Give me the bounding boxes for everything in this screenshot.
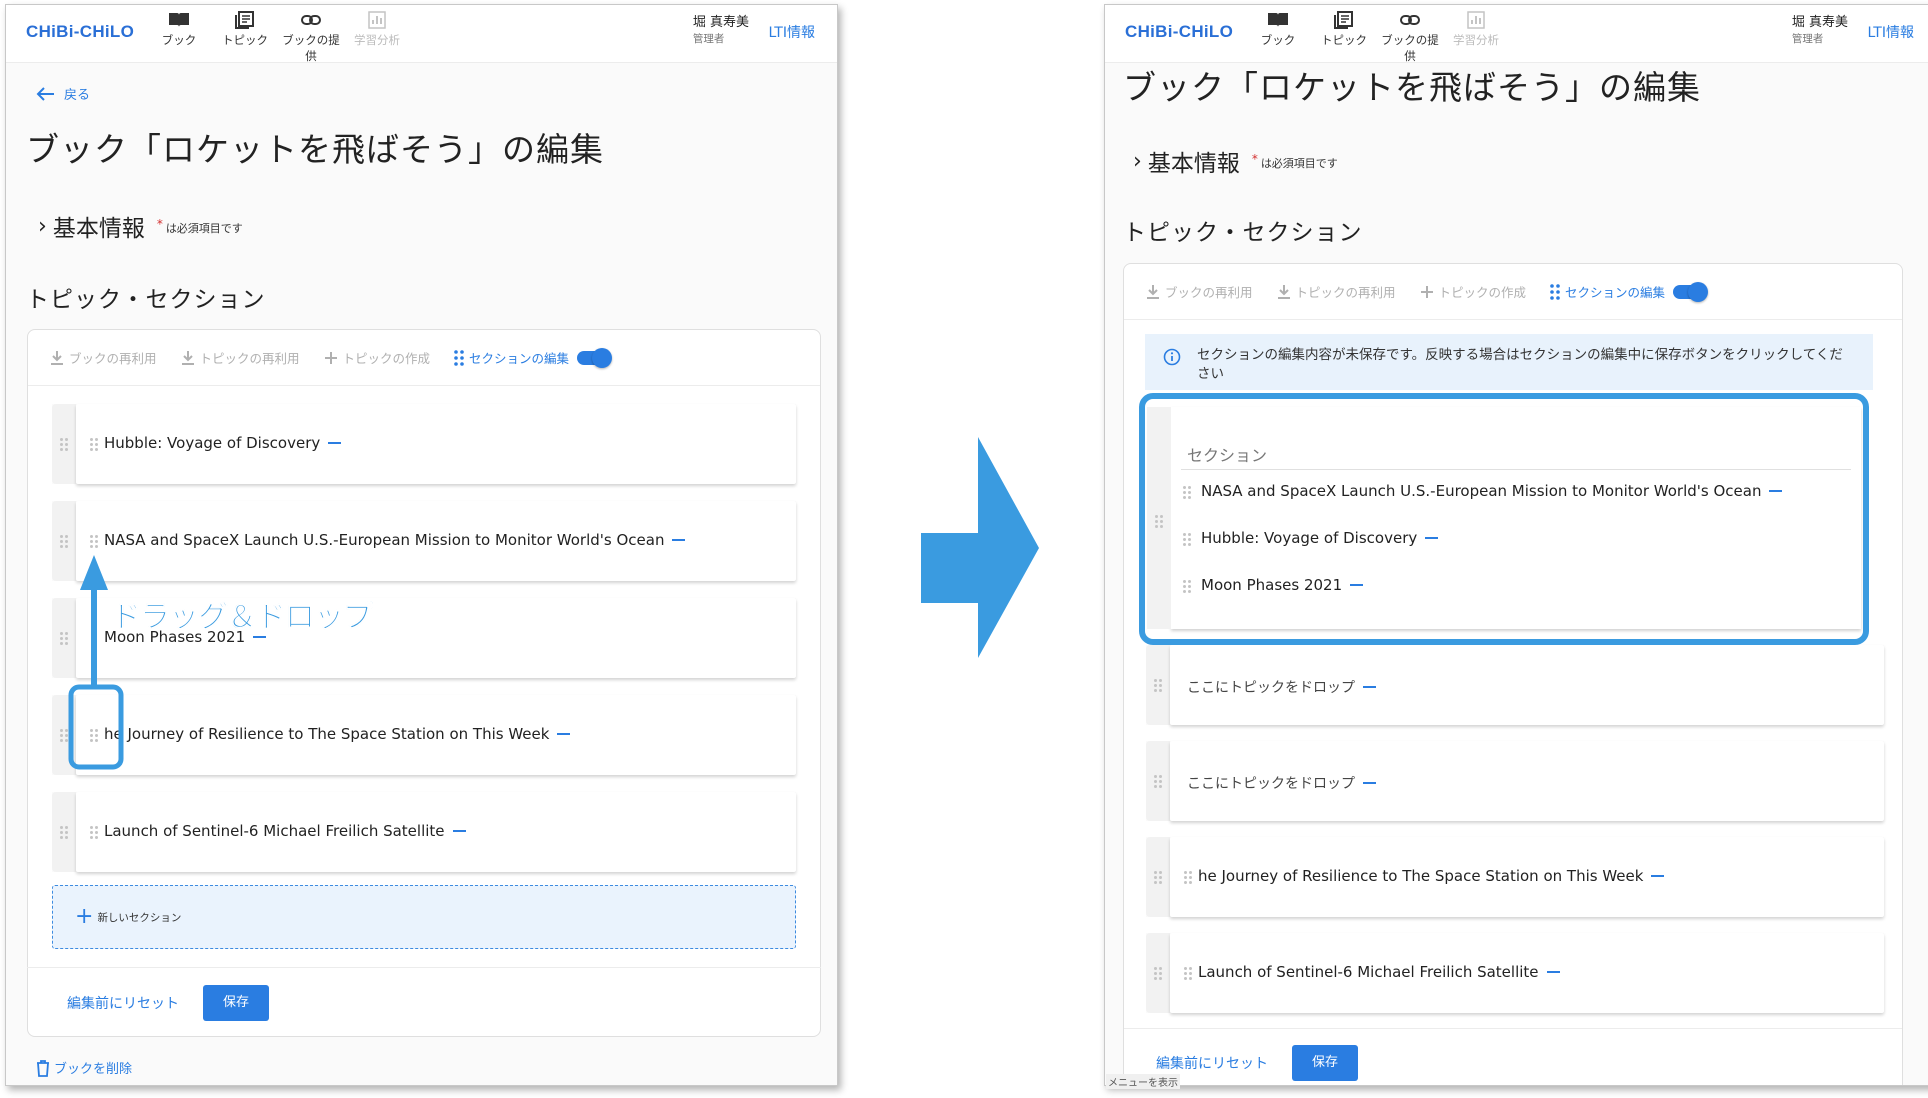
create-topic-label: トピックの作成 <box>1438 285 1527 300</box>
reuse-book-label: ブックの再利用 <box>1165 285 1253 300</box>
topic-title-row: Launch of Sentinel-6 Michael Freilich Sa… <box>1198 963 1560 981</box>
drop-zone-card: ここにトピックをドロップ <box>1170 645 1884 725</box>
topic-row[interactable]: he Journey of Resilience to The Space St… <box>1146 837 1884 917</box>
drop-text-row: ここにトピックをドロップ <box>1187 773 1376 793</box>
plus-icon <box>1420 285 1433 298</box>
drop-placeholder: ここにトピックをドロップ <box>1187 776 1355 792</box>
section-highlight-annotation <box>1139 393 1869 645</box>
reset-link[interactable]: 編集前にリセット <box>1156 1053 1268 1073</box>
grip-icon <box>1154 967 1162 980</box>
download-icon <box>1277 284 1290 299</box>
book-icon <box>1268 13 1288 27</box>
nav-analytics-label: 学習分析 <box>1453 33 1499 47</box>
analytics-icon <box>1467 11 1485 29</box>
edit-sections-label: セクションの編集 <box>1565 285 1666 300</box>
topic-title: Launch of Sentinel-6 Michael Freilich Sa… <box>1198 963 1539 981</box>
nav-provide[interactable]: ブックの提供 <box>1377 11 1443 64</box>
topic-icon <box>1334 11 1353 29</box>
reuse-topic-label: トピックの再利用 <box>1295 285 1396 300</box>
save-button[interactable]: 保存 <box>1292 1045 1358 1081</box>
grip-icon <box>1154 871 1162 884</box>
empty-section-row[interactable]: ここにトピックをドロップ <box>1146 741 1884 821</box>
edit-sections-button[interactable]: セクションの編集 <box>1550 281 1709 302</box>
basic-info-label: 基本情報 <box>1147 151 1240 177</box>
basic-info-expander[interactable]: › 基本情報 * は必須項目です <box>1133 144 1338 178</box>
required-mark: * <box>1251 151 1258 166</box>
collapse-icon[interactable] <box>1363 686 1376 688</box>
grip-icon <box>1184 871 1192 884</box>
info-icon <box>1163 348 1181 366</box>
row-drag-handle[interactable] <box>1146 741 1170 821</box>
nav-topic-label: トピック <box>1321 33 1367 47</box>
required-note-text: は必須項目です <box>1260 156 1338 170</box>
create-topic-button[interactable]: トピックの作成 <box>1420 282 1527 301</box>
drop-placeholder: ここにトピックをドロップ <box>1187 680 1355 696</box>
lti-info-link[interactable]: LTI情報 <box>1867 22 1914 42</box>
drag-drop-annotation: ドラッグ＆ドロップ <box>111 600 374 636</box>
link-icon <box>1400 15 1420 25</box>
grip-icon <box>1154 775 1162 788</box>
app-header: CHiBi-CHiLO ブック トピック ブックの提供 学習分析 堀 真寿美 管… <box>1105 5 1928 63</box>
info-banner-text: セクションの編集内容が未保存です。反映する場合はセクションの編集中に保存ボタンを… <box>1197 347 1843 382</box>
show-menu-label[interactable]: メニューを表示 <box>1106 1074 1180 1089</box>
collapse-icon[interactable] <box>1546 971 1560 973</box>
user-role: 管理者 <box>1791 33 1824 45</box>
required-note: * は必須項目です <box>1252 152 1338 171</box>
row-drag-handle[interactable] <box>1146 933 1170 1013</box>
drop-text-row: ここにトピックをドロップ <box>1187 677 1376 697</box>
chevron-right-icon: › <box>1133 148 1142 174</box>
nav-provide-label: ブックの提供 <box>1381 33 1439 63</box>
editor-footer: 編集前にリセット 保存 <box>1124 1028 1902 1085</box>
unsaved-info-banner: セクションの編集内容が未保存です。反映する場合はセクションの編集中に保存ボタンを… <box>1145 334 1873 390</box>
topic-card: Launch of Sentinel-6 Michael Freilich Sa… <box>1170 933 1884 1013</box>
topic-section-heading: トピック・セクション <box>1123 220 1363 246</box>
reuse-topic-button[interactable]: トピックの再利用 <box>1277 282 1396 301</box>
editor-toolbar: ブックの再利用 トピックの再利用 トピックの作成 セクションの編集 <box>1124 264 1902 320</box>
edit-sections-toggle[interactable] <box>1673 281 1709 302</box>
download-icon <box>1147 284 1159 299</box>
drag-handle-icon <box>1550 283 1560 300</box>
topic-title: he Journey of Resilience to The Space St… <box>1198 867 1644 885</box>
topic-title-row: he Journey of Resilience to The Space St… <box>1198 867 1665 885</box>
drag-source-highlight <box>68 684 124 770</box>
collapse-icon[interactable] <box>1363 782 1376 784</box>
user-info[interactable]: 堀 真寿美 管理者 <box>1792 15 1848 47</box>
collapse-icon[interactable] <box>1651 875 1665 877</box>
drop-zone-card: ここにトピックをドロップ <box>1170 741 1884 821</box>
empty-section-row[interactable]: ここにトピックをドロップ <box>1146 645 1884 725</box>
nav-book-label: ブック <box>1260 33 1296 47</box>
row-drag-handle[interactable] <box>1146 645 1170 725</box>
reuse-book-button[interactable]: ブックの再利用 <box>1146 282 1253 301</box>
main-nav: ブック トピック ブックの提供 学習分析 <box>1245 11 1509 64</box>
row-drag-handle[interactable] <box>1146 837 1170 917</box>
page-title: ブック「ロケットを飛ばそう」の編集 <box>1123 68 1701 107</box>
app-logo[interactable]: CHiBi-CHiLO <box>1125 22 1233 42</box>
user-name: 堀 真寿美 <box>1791 15 1848 30</box>
topic-row[interactable]: Launch of Sentinel-6 Michael Freilich Sa… <box>1146 933 1884 1013</box>
nav-topic[interactable]: トピック <box>1311 11 1377 64</box>
grip-icon <box>1184 967 1192 980</box>
nav-book[interactable]: ブック <box>1245 11 1311 64</box>
nav-analytics[interactable]: 学習分析 <box>1443 11 1509 64</box>
big-right-arrow-icon <box>921 437 1039 658</box>
topic-card: he Journey of Resilience to The Space St… <box>1170 837 1884 917</box>
grip-icon <box>1154 679 1162 692</box>
